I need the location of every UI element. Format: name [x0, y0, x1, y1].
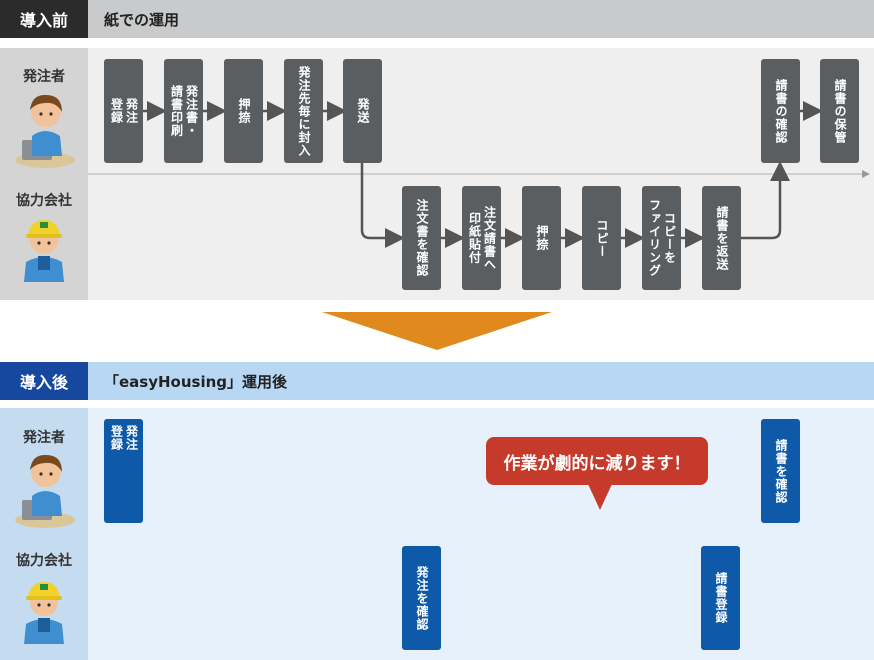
after-step-check-order: 発注を確認	[402, 546, 441, 650]
before-step-print: 発注書・ 請書印刷	[164, 59, 203, 163]
after-lane-partner-label: 協力会社	[16, 553, 72, 569]
after-tag: 導入後	[0, 362, 88, 400]
after-step-register-receipt: 請書登録	[701, 546, 740, 650]
before-step-confirm-receipt: 請書の確認	[761, 59, 800, 163]
before-step-stamp: 押捺	[224, 59, 263, 163]
before-step-attach-stamp: 注文請書へ 印紙貼付	[462, 186, 501, 290]
construction-worker-avatar-icon	[16, 574, 72, 646]
after-flow-bg	[88, 408, 874, 660]
before-step-copy: コピー	[582, 186, 621, 290]
office-worker-avatar-icon	[10, 446, 80, 530]
before-step-return-receipt: 請書を返送	[702, 186, 741, 290]
before-step-order-register: 発注 登録	[104, 59, 143, 163]
before-step-file-copy: コピーを ファイリング	[642, 186, 681, 290]
before-step-send: 発送	[343, 59, 382, 163]
transition-arrow	[322, 312, 552, 350]
after-step-confirm-receipt: 請書を確認	[761, 419, 800, 523]
callout-bubble: 作業が劇的に減ります！	[486, 437, 708, 485]
after-lane-orderer-label: 発注者	[23, 430, 65, 446]
before-step-partner-stamp: 押捺	[522, 186, 561, 290]
before-step-store-receipt: 請書の保管	[820, 59, 859, 163]
before-step-enclose: 発注先毎に封入	[284, 59, 323, 163]
after-step-order-register: 発注 登録	[104, 419, 143, 523]
after-title: 「easyHousing」運用後	[88, 362, 874, 400]
before-step-check-order: 注文書を確認	[402, 186, 441, 290]
